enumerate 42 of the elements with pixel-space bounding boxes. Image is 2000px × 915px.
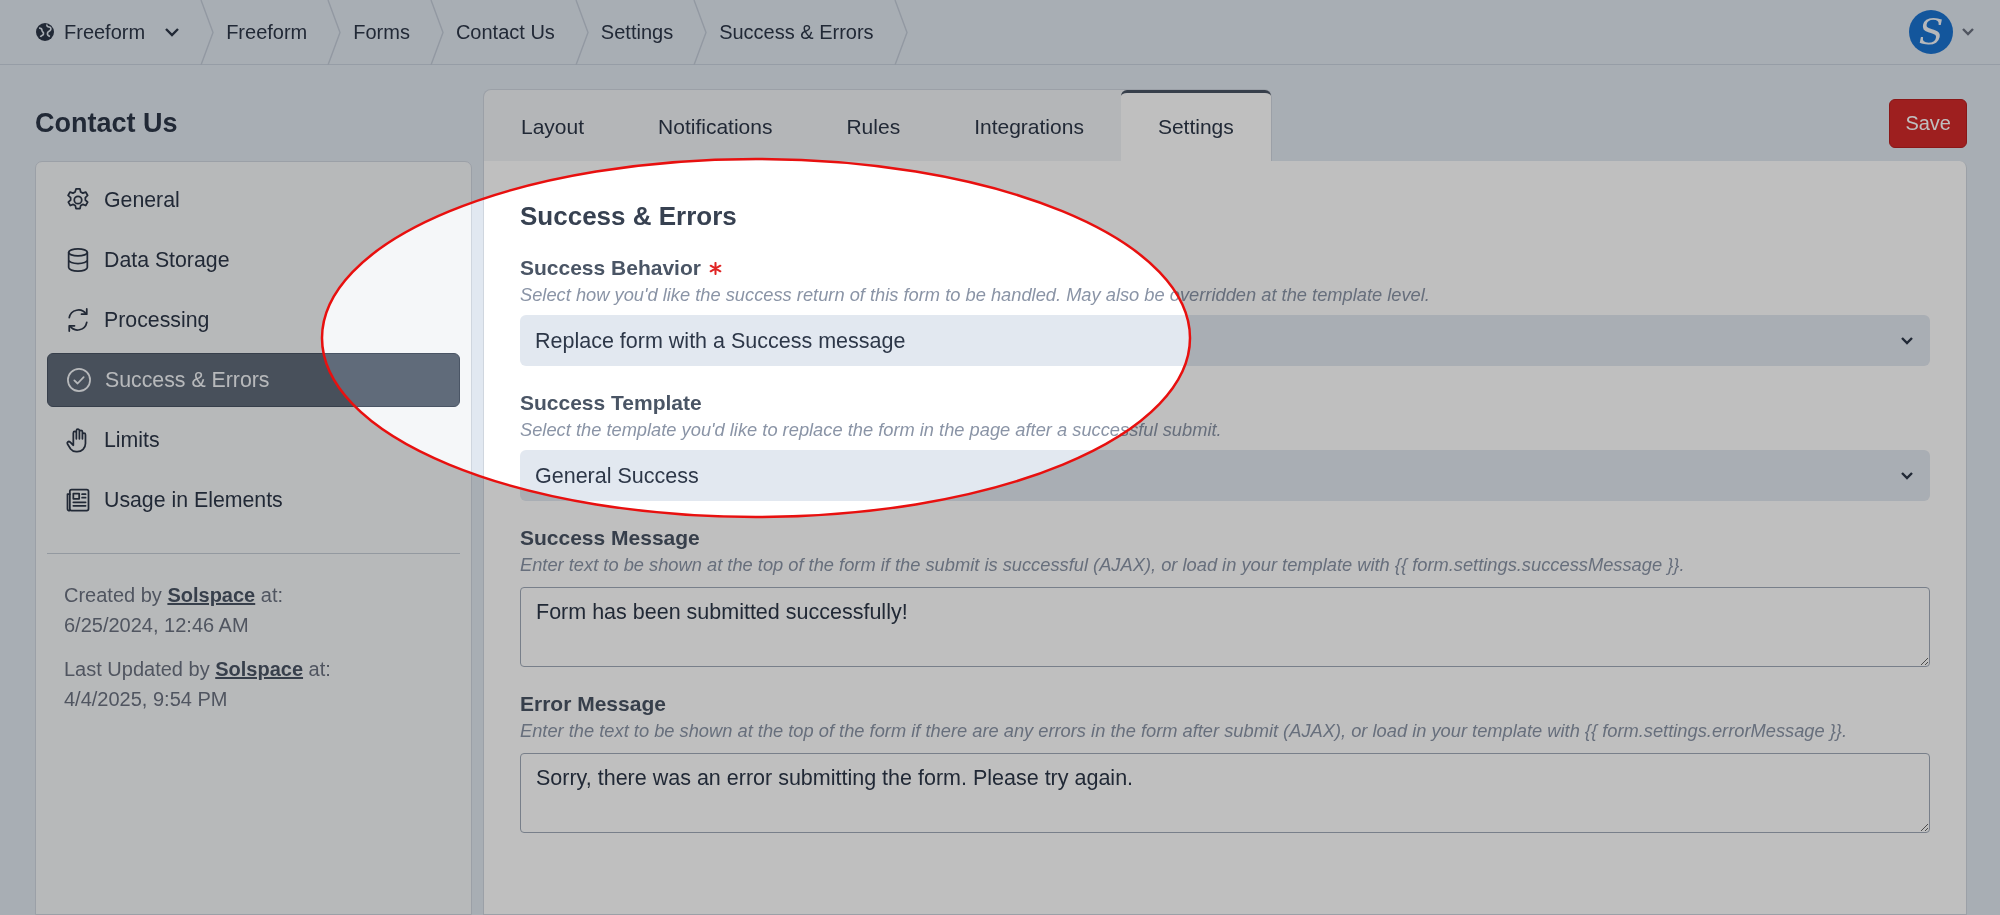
- breadcrumb-link[interactable]: Forms: [353, 17, 410, 47]
- tab[interactable]: Rules: [809, 90, 938, 161]
- globe-icon: [35, 22, 55, 42]
- field-hint: Enter the text to be shown at the top of the form if there are any errors in the form after submit (AJAX), or load in your template with {{ form.settings.errorMessage }}.: [520, 719, 1849, 743]
- section-title: Success & Errors: [520, 201, 738, 231]
- sidebar-item[interactable]: Limits: [47, 413, 460, 467]
- page-title: Contact Us: [35, 107, 178, 139]
- sidebar-item[interactable]: Success & Errors: [47, 353, 460, 407]
- save-button[interactable]: Save: [1889, 98, 1967, 148]
- tab[interactable]: Settings: [1120, 90, 1271, 161]
- newspaper-icon: [64, 486, 92, 514]
- record-info: Created by Solspace at: 6/25/2024, 12:46 AM: [64, 583, 284, 638]
- field-label: Success Message: [520, 526, 700, 550]
- breadcrumb-link[interactable]: Success & Errors: [719, 17, 874, 47]
- sidebar-item[interactable]: Data Storage: [47, 233, 460, 287]
- field-hint: Enter text to be shown at the top of the form if the submit is successful (AJAX), or load in your template with {{ form.settings.successMessage }}.: [520, 553, 1686, 577]
- required-icon: [708, 261, 722, 275]
- author-link[interactable]: Solspace: [215, 658, 304, 680]
- chevron-down-icon: [1900, 336, 1914, 346]
- field-label: Success Behavior: [520, 256, 701, 280]
- check-circle-icon: [65, 366, 93, 394]
- message-field[interactable]: Sorry, there was an error submitting the form. Please try again.: [520, 753, 1930, 833]
- field-label: Error Message: [520, 692, 666, 716]
- field-label: Success Template: [520, 391, 702, 415]
- user-avatar[interactable]: S: [1909, 10, 1953, 54]
- sidebar-item[interactable]: Usage in Elements: [47, 473, 460, 527]
- record-info: Last Updated by Solspace at: 4/4/2025, 9:54 PM: [64, 657, 332, 712]
- dropdown-field[interactable]: General Success: [520, 450, 1930, 501]
- chevron-down-icon: [1961, 27, 1975, 37]
- breadcrumb-link[interactable]: Freeform: [226, 17, 308, 47]
- tab[interactable]: Notifications: [621, 90, 810, 161]
- dropdown-field[interactable]: Replace form with a Success message: [520, 315, 1930, 366]
- sidebar-item[interactable]: General: [47, 173, 460, 227]
- breadcrumb-link[interactable]: Settings: [600, 17, 674, 47]
- sidebar-item[interactable]: Processing: [47, 293, 460, 347]
- message-field[interactable]: Form has been submitted successfully!: [520, 587, 1930, 667]
- author-link[interactable]: Solspace: [167, 584, 256, 606]
- chevron-down-icon: [164, 26, 181, 38]
- breadcrumb-link[interactable]: Contact Us: [455, 17, 555, 47]
- chevron-down-icon: [1900, 471, 1914, 481]
- tab[interactable]: Layout: [484, 90, 622, 161]
- tab[interactable]: Integrations: [937, 90, 1121, 161]
